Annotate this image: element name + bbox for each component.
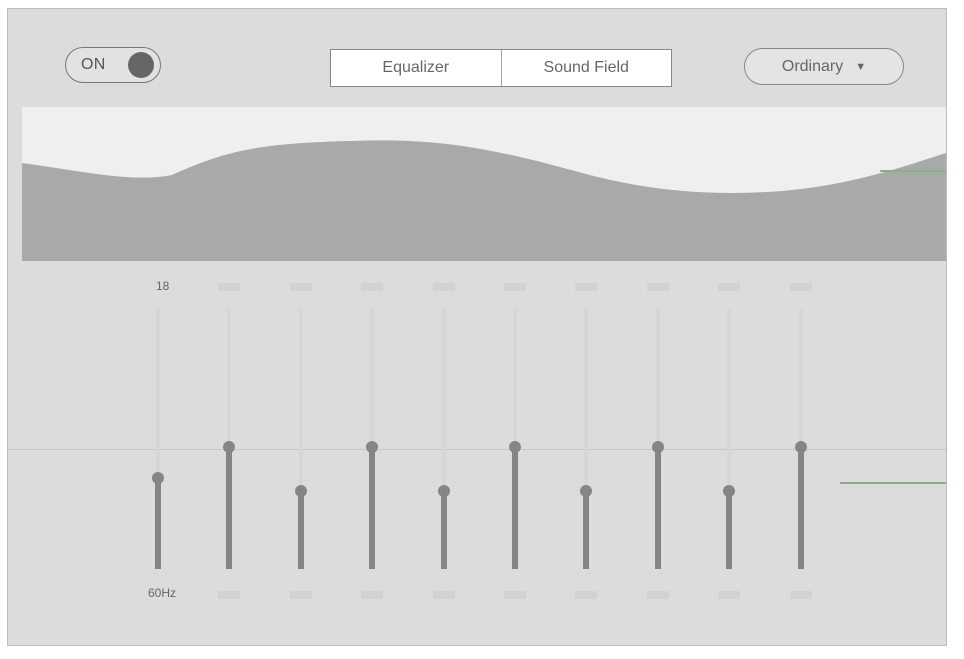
slider-knob[interactable] — [152, 472, 164, 484]
eq-top-label: 18 — [156, 279, 170, 293]
eq-curve-display — [22, 107, 946, 261]
slider-fill — [369, 447, 375, 569]
slider-knob[interactable] — [580, 485, 592, 497]
eq-slider-7[interactable] — [578, 309, 594, 569]
toggle-knob — [128, 52, 154, 78]
eq-slider-5[interactable] — [436, 309, 452, 569]
power-toggle[interactable]: ON — [65, 47, 161, 83]
faded-label-placeholder — [361, 283, 383, 291]
faded-label-placeholder — [647, 283, 669, 291]
eq-slider-10[interactable] — [793, 309, 809, 569]
slider-knob[interactable] — [366, 441, 378, 453]
slider-knob[interactable] — [723, 485, 735, 497]
faded-label-placeholder — [361, 591, 383, 599]
faded-label-placeholder — [647, 591, 669, 599]
faded-label-placeholder — [290, 591, 312, 599]
slider-fill — [298, 491, 304, 569]
faded-label-placeholder — [290, 283, 312, 291]
eq-slider-2[interactable] — [221, 309, 237, 569]
slider-knob[interactable] — [295, 485, 307, 497]
faded-label-placeholder — [718, 591, 740, 599]
eq-slider-1[interactable] — [150, 309, 166, 569]
slider-knob[interactable] — [223, 441, 235, 453]
slider-fill — [441, 491, 447, 569]
eq-bottom-label: 60Hz — [148, 586, 177, 600]
eq-slider-8[interactable] — [650, 309, 666, 569]
equalizer-panel: ON Equalizer Sound Field Ordinary ▼ 18 6… — [7, 8, 947, 646]
eq-slider-6[interactable] — [507, 309, 523, 569]
faded-label-placeholder — [433, 591, 455, 599]
preset-dropdown[interactable]: Ordinary ▼ — [744, 48, 904, 85]
slider-fill — [798, 447, 804, 569]
slider-fill — [655, 447, 661, 569]
faded-label-placeholder — [218, 283, 240, 291]
faded-label-placeholder — [504, 283, 526, 291]
slider-fill — [583, 491, 589, 569]
callout-line-sliders — [840, 482, 946, 484]
tab-equalizer[interactable]: Equalizer — [331, 50, 501, 86]
callout-line-curve — [880, 170, 946, 172]
slider-knob[interactable] — [438, 485, 450, 497]
faded-label-placeholder — [218, 591, 240, 599]
faded-label-placeholder — [718, 283, 740, 291]
eq-slider-3[interactable] — [293, 309, 309, 569]
tab-sound-field[interactable]: Sound Field — [500, 50, 672, 86]
preset-dropdown-value: Ordinary — [781, 57, 844, 75]
slider-knob[interactable] — [652, 441, 664, 453]
faded-label-placeholder — [790, 283, 812, 291]
faded-label-placeholder — [575, 591, 597, 599]
slider-knob[interactable] — [795, 441, 807, 453]
eq-slider-4[interactable] — [364, 309, 380, 569]
faded-label-placeholder — [790, 591, 812, 599]
slider-fill — [155, 478, 161, 569]
chevron-down-icon: ▼ — [855, 60, 867, 73]
faded-label-placeholder — [504, 591, 526, 599]
slider-fill — [512, 447, 518, 569]
slider-fill — [226, 447, 232, 569]
eq-slider-9[interactable] — [721, 309, 737, 569]
power-toggle-label: ON — [81, 56, 106, 73]
slider-knob[interactable] — [509, 441, 521, 453]
faded-label-placeholder — [575, 283, 597, 291]
faded-label-placeholder — [433, 283, 455, 291]
mode-tabs: Equalizer Sound Field — [330, 49, 672, 87]
slider-fill — [726, 491, 732, 569]
